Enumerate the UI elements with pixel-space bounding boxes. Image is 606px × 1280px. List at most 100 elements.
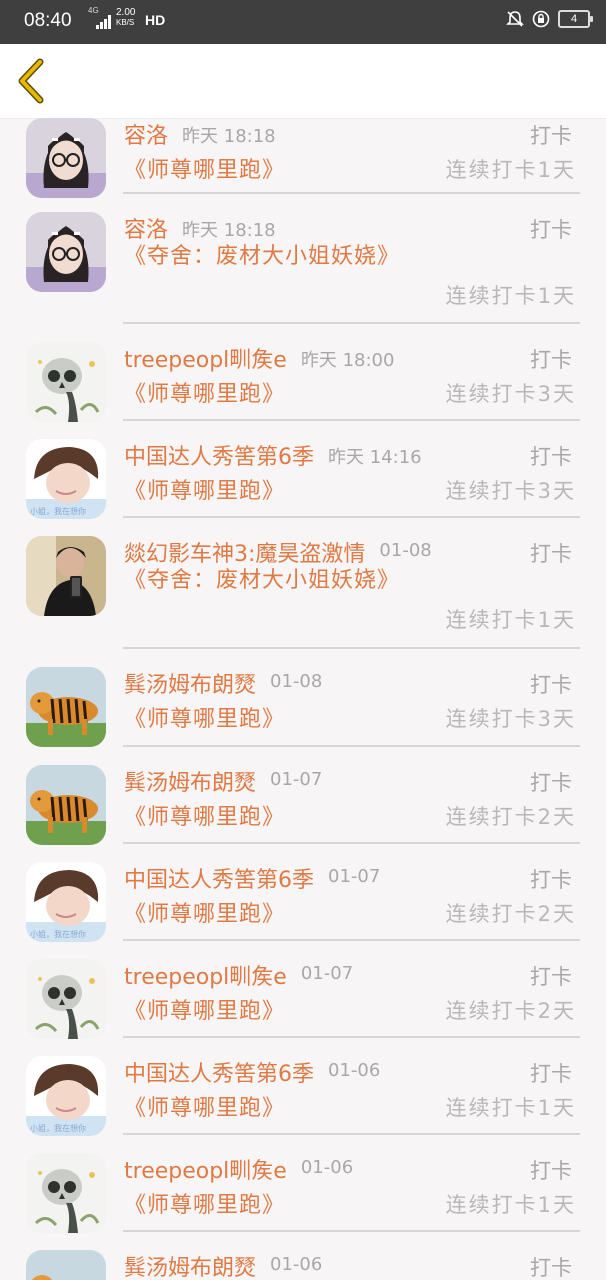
checkin-label: 打卡 <box>530 1256 572 1280</box>
user-name[interactable]: 容洛 <box>124 118 168 150</box>
user-name[interactable]: 髸汤姆布朗燹 <box>124 667 256 699</box>
book-title[interactable]: 《师尊哪里跑》 <box>124 993 285 1025</box>
avatar[interactable] <box>26 1153 106 1233</box>
checkin-time: 01-08 <box>270 671 323 692</box>
row-divider <box>123 322 580 324</box>
streak-count: 连续打卡3天 <box>445 479 576 503</box>
streak-count: 连续打卡1天 <box>445 608 576 632</box>
checkin-label: 打卡 <box>530 771 572 795</box>
avatar[interactable] <box>26 1250 106 1280</box>
status-bar: 08:40 4G 2.00 KB/S HD 4 <box>0 0 606 44</box>
chevron-left-icon <box>18 58 44 104</box>
svg-text:小姐，我在想你: 小姐，我在想你 <box>30 1123 86 1133</box>
avatar[interactable]: 小姐，我在想你 <box>26 1056 106 1136</box>
avatar[interactable] <box>26 212 106 292</box>
book-title[interactable]: 《师尊哪里跑》 <box>124 1187 285 1219</box>
checkin-time: 01-08 <box>379 540 432 561</box>
checkin-label: 打卡 <box>530 124 572 148</box>
checkin-label: 打卡 <box>530 218 572 242</box>
checkin-time: 01-07 <box>300 963 354 984</box>
user-name[interactable]: 中国达人秀筈第6季 <box>124 439 314 471</box>
book-title[interactable]: 《师尊哪里跑》 <box>124 473 285 505</box>
avatar[interactable] <box>26 118 106 198</box>
checkin-list[interactable]: 容洛 昨天 18:18 打卡 《师尊哪里跑》 连续打卡1天 容洛 昨天 18:18 打卡 《夺舍… <box>0 118 606 1280</box>
list-item[interactable]: treepeopl甽矦e 01-06 打卡 《师尊哪里跑》 连续打卡1天 <box>0 1151 606 1248</box>
avatar[interactable] <box>26 667 106 747</box>
row-divider <box>123 939 580 941</box>
hd-indicator: HD <box>145 12 166 28</box>
row-divider <box>123 419 580 421</box>
streak-count: 连续打卡1天 <box>445 158 576 182</box>
book-title[interactable]: 《师尊哪里跑》 <box>124 799 285 831</box>
list-item[interactable]: 髸汤姆布朗燹 01-06 打卡 <box>0 1248 606 1280</box>
book-title[interactable]: 《夺舍：废材大小姐妖娆》 <box>124 240 424 274</box>
user-name[interactable]: 髸汤姆布朗燹 <box>124 765 256 797</box>
streak-count: 连续打卡1天 <box>445 284 576 308</box>
checkin-time: 01-07 <box>328 866 381 887</box>
avatar[interactable] <box>26 765 106 845</box>
row-divider <box>123 1036 580 1038</box>
list-item[interactable]: 小姐，我在想你 中国达人秀筈第6季 01-07 打卡《师尊哪里跑》 连续打卡2天 <box>0 860 606 957</box>
list-item[interactable]: treepeopl甽矦e 01-07 打卡 《师尊哪里跑》 连续打卡2天 <box>0 957 606 1054</box>
list-item[interactable]: 容洛 昨天 18:18 打卡 《师尊哪里跑》 连续打卡1天 <box>0 118 606 210</box>
network-type: 4G <box>88 6 99 15</box>
list-item[interactable]: 容洛 昨天 18:18 打卡 《夺舍：废材大小姐妖娆》 连续打卡1天 <box>0 210 606 340</box>
row-divider <box>123 1133 580 1135</box>
avatar[interactable]: 小姐，我在想你 <box>26 439 106 519</box>
row-divider <box>123 192 580 194</box>
list-item[interactable]: treepeopl甽矦e 昨天 18:00 打卡《师尊哪里跑》 连续打卡3天 <box>0 340 606 437</box>
list-item[interactable]: 小姐，我在想你 中国达人秀筈第6季 昨天 14:16 打卡《师尊哪里跑》 连续打卡3天 <box>0 437 606 534</box>
checkin-time: 昨天 14:16 <box>328 447 422 468</box>
list-item[interactable]: 燚幻影车神3:魔昊盗激情 01-08 打卡 《夺舍：废材大小姐妖娆》 连续打卡1天 <box>0 534 606 665</box>
avatar[interactable] <box>26 342 106 422</box>
row-divider <box>123 647 580 649</box>
avatar[interactable] <box>26 536 106 616</box>
status-icons: 4 <box>506 10 593 28</box>
streak-count: 连续打卡3天 <box>445 382 576 406</box>
checkin-label: 打卡 <box>530 673 572 697</box>
book-title[interactable]: 《师尊哪里跑》 <box>124 1090 285 1122</box>
user-name[interactable]: treepeopl甽矦e <box>124 959 287 991</box>
row-divider <box>123 745 580 747</box>
book-title[interactable]: 《师尊哪里跑》 <box>124 376 285 408</box>
clock: 08:40 <box>24 10 72 31</box>
user-name[interactable]: 髸汤姆布朗燹 <box>124 1250 256 1280</box>
top-bar <box>0 44 606 119</box>
streak-count: 连续打卡2天 <box>445 902 576 926</box>
list-item[interactable]: 小姐，我在想你 中国达人秀筈第6季 01-06 打卡 《师尊哪里跑》 连续打卡1天 <box>0 1054 606 1151</box>
checkin-time: 01-07 <box>270 769 323 790</box>
bell-muted-icon <box>506 10 524 28</box>
list-item[interactable]: 髸汤姆布朗燹 01-08 打卡 《师尊哪里跑》 连续打卡3天 <box>0 665 606 763</box>
checkin-time: 昨天 18:00 <box>300 350 395 371</box>
battery-icon: 4 <box>558 10 593 28</box>
network-speed: 2.00 KB/S <box>116 8 135 28</box>
lock-rotation-icon <box>532 10 550 28</box>
checkin-time: 01-06 <box>300 1157 354 1178</box>
row-divider <box>123 1230 580 1232</box>
row-divider <box>123 516 580 518</box>
user-name[interactable]: treepeopl甽矦e <box>124 1153 287 1185</box>
back-button[interactable] <box>12 56 62 106</box>
checkin-label: 打卡 <box>530 348 572 372</box>
user-name[interactable]: 中国达人秀筈第6季 <box>124 862 314 894</box>
book-title[interactable]: 《师尊哪里跑》 <box>124 896 285 928</box>
speed-unit: KB/S <box>116 18 135 27</box>
list-item[interactable]: 髸汤姆布朗燹 01-07 打卡《师尊哪里跑》 连续打卡2天 <box>0 763 606 860</box>
user-name[interactable]: 中国达人秀筈第6季 <box>124 1056 314 1088</box>
checkin-label: 打卡 <box>530 868 572 892</box>
avatar[interactable]: 小姐，我在想你 <box>26 862 106 942</box>
svg-text:小姐，我在想你: 小姐，我在想你 <box>30 929 86 939</box>
streak-count: 连续打卡2天 <box>445 805 576 829</box>
streak-count: 连续打卡1天 <box>445 1096 576 1120</box>
user-name[interactable]: treepeopl甽矦e <box>124 342 287 374</box>
book-title[interactable]: 《师尊哪里跑》 <box>124 152 285 184</box>
svg-text:小姐，我在想你: 小姐，我在想你 <box>30 506 86 516</box>
avatar[interactable] <box>26 959 106 1039</box>
speed-value: 2.00 <box>116 7 136 18</box>
book-title[interactable]: 《夺舍：废材大小姐妖娆》 <box>124 564 424 598</box>
checkin-label: 打卡 <box>530 542 572 566</box>
checkin-label: 打卡 <box>530 965 572 989</box>
checkin-label: 打卡 <box>530 445 572 469</box>
book-title[interactable]: 《师尊哪里跑》 <box>124 701 285 733</box>
checkin-time: 昨天 18:18 <box>182 220 276 241</box>
